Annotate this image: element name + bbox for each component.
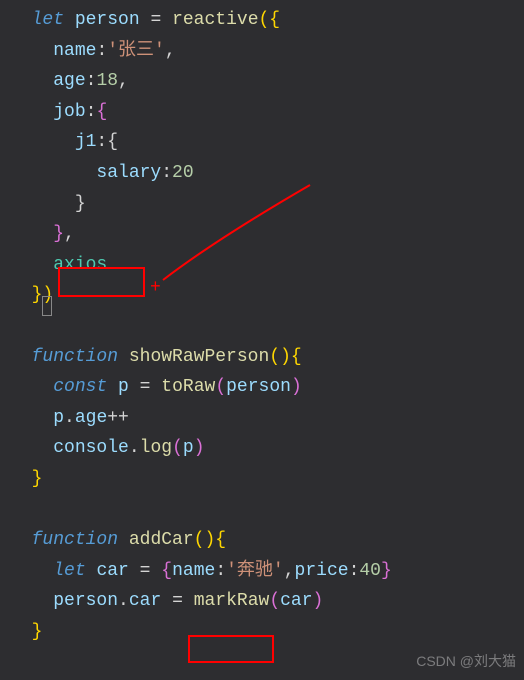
fn-markRaw: markRaw bbox=[194, 591, 270, 611]
watermark: CSDN @刘大猫 bbox=[416, 650, 516, 674]
prop-salary: salary bbox=[96, 163, 161, 183]
prop-j1: j1 bbox=[75, 132, 97, 152]
var-axios: axios bbox=[53, 255, 107, 275]
prop-age: age bbox=[53, 71, 85, 91]
text-cursor bbox=[42, 296, 52, 316]
str: '张三' bbox=[107, 41, 165, 61]
fn-toRaw: toRaw bbox=[161, 377, 215, 397]
fn-reactive: reactive bbox=[172, 10, 258, 30]
prop-name: name bbox=[53, 41, 96, 61]
fn-addCar: addCar bbox=[129, 530, 194, 550]
paren: ({ bbox=[259, 10, 281, 30]
var-person: person bbox=[75, 10, 140, 30]
keyword-function: function bbox=[32, 347, 118, 367]
keyword-let: let bbox=[32, 10, 64, 30]
fn-showRawPerson: showRawPerson bbox=[129, 347, 269, 367]
prop-job: job bbox=[53, 102, 85, 122]
op: = bbox=[150, 10, 161, 30]
code-editor[interactable]: let person = reactive({ name:'张三', age:1… bbox=[10, 5, 524, 647]
num: 18 bbox=[96, 71, 118, 91]
